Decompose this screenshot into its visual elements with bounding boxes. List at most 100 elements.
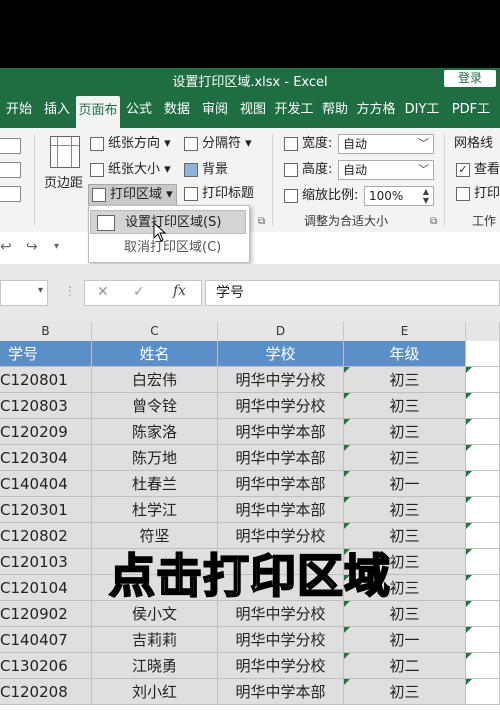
student-id-cell[interactable]: C120209: [0, 419, 92, 445]
orientation-button[interactable]: 纸张方向 ▾: [90, 134, 171, 154]
name-cell[interactable]: 吉莉莉: [92, 627, 218, 653]
enter-icon[interactable]: ✓: [133, 284, 145, 300]
grade-cell[interactable]: 初一: [344, 627, 466, 653]
name-cell[interactable]: 江晓勇: [92, 653, 218, 679]
scale-launcher-icon[interactable]: ⧉: [430, 216, 437, 227]
student-id-cell[interactable]: C140404: [0, 471, 92, 497]
name-cell[interactable]: 杜春兰: [92, 471, 218, 497]
grade-cell[interactable]: 初三: [344, 393, 466, 419]
empty-cell[interactable]: [466, 679, 500, 705]
themes-icon[interactable]: [0, 138, 21, 154]
print-gridlines-checkbox[interactable]: 打印: [456, 184, 500, 204]
tab-formulas[interactable]: 公式: [122, 98, 156, 122]
empty-cell[interactable]: [466, 367, 500, 393]
tab-review[interactable]: 审阅: [198, 98, 232, 122]
grade-cell[interactable]: 初三: [344, 497, 466, 523]
name-cell[interactable]: 曾令铨: [92, 393, 218, 419]
school-cell[interactable]: 明华中学本部: [218, 445, 344, 471]
view-gridlines-checkbox[interactable]: ✓ 查看: [456, 160, 500, 180]
grade-cell[interactable]: 初三: [344, 679, 466, 705]
page-setup-launcher-icon[interactable]: ⧉: [258, 216, 265, 227]
name-cell[interactable]: 陈万地: [92, 445, 218, 471]
header-cell[interactable]: 学校: [218, 341, 344, 367]
student-id-cell[interactable]: C120803: [0, 393, 92, 419]
grade-cell[interactable]: 初三: [344, 367, 466, 393]
column-header-e[interactable]: E: [344, 322, 466, 341]
student-id-cell[interactable]: C120304: [0, 445, 92, 471]
margins-icon[interactable]: [50, 136, 80, 168]
empty-cell[interactable]: [466, 627, 500, 653]
size-button[interactable]: 纸张大小 ▾: [90, 160, 171, 180]
resize-handle-icon[interactable]: ⋮: [64, 284, 76, 298]
column-header-d[interactable]: D: [218, 322, 344, 341]
tab-fangfangge[interactable]: 方方格: [354, 98, 398, 122]
student-id-cell[interactable]: C120301: [0, 497, 92, 523]
width-select[interactable]: 自动 ﹀: [338, 134, 434, 154]
cancel-icon[interactable]: ✕: [97, 284, 109, 300]
empty-cell[interactable]: [466, 393, 500, 419]
school-cell[interactable]: 明华中学本部: [218, 471, 344, 497]
print-area-button[interactable]: 打印区域 ▾: [88, 184, 177, 206]
undo-icon[interactable]: ↩: [0, 239, 12, 255]
tab-developer[interactable]: 开发工: [272, 98, 316, 122]
print-titles-button[interactable]: 打印标题: [184, 184, 254, 204]
student-id-cell[interactable]: C120801: [0, 367, 92, 393]
set-print-area-item[interactable]: 设置打印区域(S): [90, 210, 246, 234]
tab-help[interactable]: 帮助: [318, 98, 352, 122]
grade-cell[interactable]: 初一: [344, 471, 466, 497]
header-cell[interactable]: 姓名: [92, 341, 218, 367]
name-cell[interactable]: 杜学江: [92, 497, 218, 523]
school-cell[interactable]: 明华中学分校: [218, 367, 344, 393]
tab-home[interactable]: 开始: [2, 98, 36, 122]
error-indicator-icon: [466, 653, 472, 659]
breaks-button[interactable]: 分隔符 ▾: [184, 134, 252, 154]
colors-icon[interactable]: [0, 162, 21, 178]
student-id-cell[interactable]: C120208: [0, 679, 92, 705]
tab-page-layout[interactable]: 页面布: [76, 96, 120, 128]
tab-view[interactable]: 视图: [236, 98, 270, 122]
column-header-b[interactable]: B: [0, 322, 92, 341]
clear-print-area-item[interactable]: 取消打印区域(C): [90, 236, 246, 260]
header-cell[interactable]: 年级: [344, 341, 466, 367]
background-button[interactable]: 背景: [184, 160, 228, 180]
school-cell[interactable]: 明华中学分校: [218, 627, 344, 653]
empty-cell[interactable]: [466, 341, 500, 367]
name-cell[interactable]: 刘小红: [92, 679, 218, 705]
school-cell[interactable]: 明华中学本部: [218, 497, 344, 523]
grade-cell[interactable]: 初三: [344, 419, 466, 445]
tab-pdf[interactable]: PDF工: [446, 98, 496, 122]
insert-function-icon[interactable]: fx: [173, 283, 186, 299]
school-cell[interactable]: 明华中学分校: [218, 653, 344, 679]
tab-diy[interactable]: DIY工: [400, 98, 444, 122]
login-button[interactable]: 登录: [444, 70, 496, 87]
error-indicator-icon: [466, 367, 472, 373]
empty-cell[interactable]: [466, 471, 500, 497]
formula-input[interactable]: 学号: [205, 280, 500, 306]
tab-insert[interactable]: 插入: [40, 98, 74, 122]
redo-icon[interactable]: ↪: [26, 239, 38, 255]
tab-data[interactable]: 数据: [160, 98, 194, 122]
height-select[interactable]: 自动 ﹀: [338, 160, 434, 180]
student-id-cell[interactable]: C130206: [0, 653, 92, 679]
name-cell[interactable]: 白宏伟: [92, 367, 218, 393]
grade-cell[interactable]: 初二: [344, 653, 466, 679]
name-box[interactable]: ▾: [0, 280, 48, 306]
column-header-c[interactable]: C: [92, 322, 218, 341]
fonts-icon[interactable]: [0, 186, 21, 202]
grade-cell[interactable]: 初三: [344, 445, 466, 471]
header-cell[interactable]: 学号: [0, 341, 92, 367]
empty-cell[interactable]: [466, 653, 500, 679]
student-id-cell[interactable]: C140407: [0, 627, 92, 653]
empty-cell[interactable]: [466, 497, 500, 523]
school-cell[interactable]: 明华中学分校: [218, 393, 344, 419]
school-cell[interactable]: 明华中学本部: [218, 419, 344, 445]
name-cell[interactable]: 陈家洛: [92, 419, 218, 445]
error-indicator-icon: [466, 419, 472, 425]
empty-cell[interactable]: [466, 419, 500, 445]
customize-qat-icon[interactable]: ▾: [54, 241, 59, 252]
school-cell[interactable]: 明华中学本部: [218, 679, 344, 705]
margins-label[interactable]: 页边距: [44, 174, 83, 194]
empty-cell[interactable]: [466, 445, 500, 471]
column-header-f[interactable]: [466, 322, 500, 341]
scale-stepper[interactable]: 100% ▲ ▼: [364, 186, 434, 206]
